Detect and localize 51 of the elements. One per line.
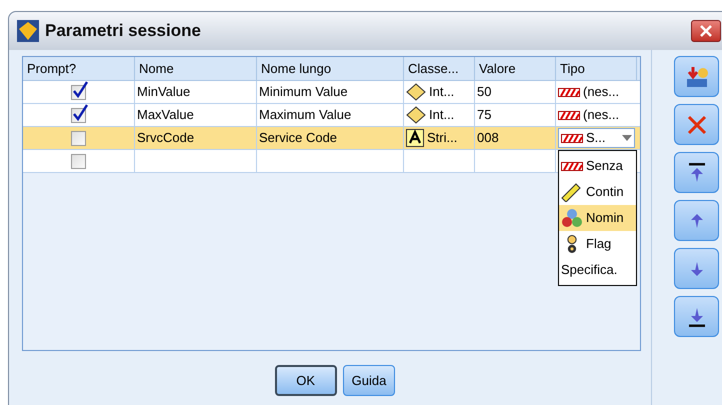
caret-icon bbox=[622, 135, 632, 141]
ruler-icon bbox=[561, 182, 583, 202]
striped-bar-icon bbox=[558, 88, 580, 96]
column-header[interactable]: Nome lungo bbox=[257, 57, 404, 80]
table-cell-text: MinValue bbox=[137, 83, 190, 102]
checkbox[interactable] bbox=[71, 154, 86, 168]
striped-bar-icon bbox=[558, 110, 580, 120]
table-cell-text: Stri... bbox=[427, 129, 458, 148]
dialog-button[interactable]: OK bbox=[274, 365, 337, 396]
move-top-icon bbox=[686, 162, 706, 184]
menu-item[interactable]: Contin bbox=[559, 179, 636, 205]
menu-item[interactable]: Senza bbox=[559, 153, 636, 179]
table-row[interactable]: MaxValue Maximum Value Int... 75 (nes... bbox=[23, 104, 640, 127]
type-dropdown[interactable]: S... bbox=[558, 128, 635, 148]
toolbar-button[interactable] bbox=[674, 152, 719, 193]
close-button[interactable] bbox=[691, 20, 721, 42]
column-header[interactable]: Classe... bbox=[404, 57, 475, 80]
table-cell-text: (nes... bbox=[583, 106, 620, 124]
checkbox[interactable] bbox=[71, 130, 86, 146]
table-cell-text: (nes... bbox=[583, 83, 620, 102]
menu-item[interactable]: Specifica. bbox=[559, 257, 636, 283]
striped-bar-icon bbox=[561, 134, 583, 142]
table-cell-text: Minimum Value bbox=[259, 83, 348, 102]
three-balls-icon bbox=[561, 208, 583, 228]
column-header[interactable]: Nome bbox=[135, 57, 257, 80]
table-cell-text: Int... bbox=[429, 106, 454, 124]
striped-bar-icon bbox=[561, 162, 583, 170]
column-header[interactable]: Valore bbox=[475, 57, 556, 80]
table-cell-text: MaxValue bbox=[137, 106, 194, 124]
menu-item[interactable]: Flag bbox=[559, 231, 636, 257]
table-row[interactable]: MinValue Minimum Value Int... 50 (nes... bbox=[23, 81, 640, 104]
table-cell-text: SrvcCode bbox=[137, 129, 194, 148]
diamond-icon bbox=[406, 83, 426, 101]
table-cell-text: Int... bbox=[429, 83, 454, 102]
table-cell-text: 50 bbox=[477, 83, 492, 102]
table-cell-text: Maximum Value bbox=[259, 106, 352, 124]
close-icon bbox=[699, 24, 713, 38]
table-cell-text: 75 bbox=[477, 106, 492, 124]
flag-balls-icon bbox=[567, 234, 577, 254]
column-header[interactable]: Prompt? bbox=[23, 57, 135, 80]
window-title: Parametri sessione bbox=[45, 20, 201, 42]
letter-box-icon bbox=[406, 129, 424, 147]
table-cell-text: Service Code bbox=[259, 129, 338, 148]
diamond-icon bbox=[406, 106, 426, 124]
diamond-logo-icon bbox=[17, 20, 39, 42]
menu-item[interactable]: Nomin bbox=[559, 205, 636, 231]
toolbar-button[interactable] bbox=[674, 296, 719, 337]
close-icon bbox=[686, 114, 708, 136]
column-header[interactable]: Tipo bbox=[556, 57, 637, 80]
table-cell-text: 008 bbox=[477, 129, 499, 148]
dialog-button[interactable]: Guida bbox=[342, 365, 396, 396]
